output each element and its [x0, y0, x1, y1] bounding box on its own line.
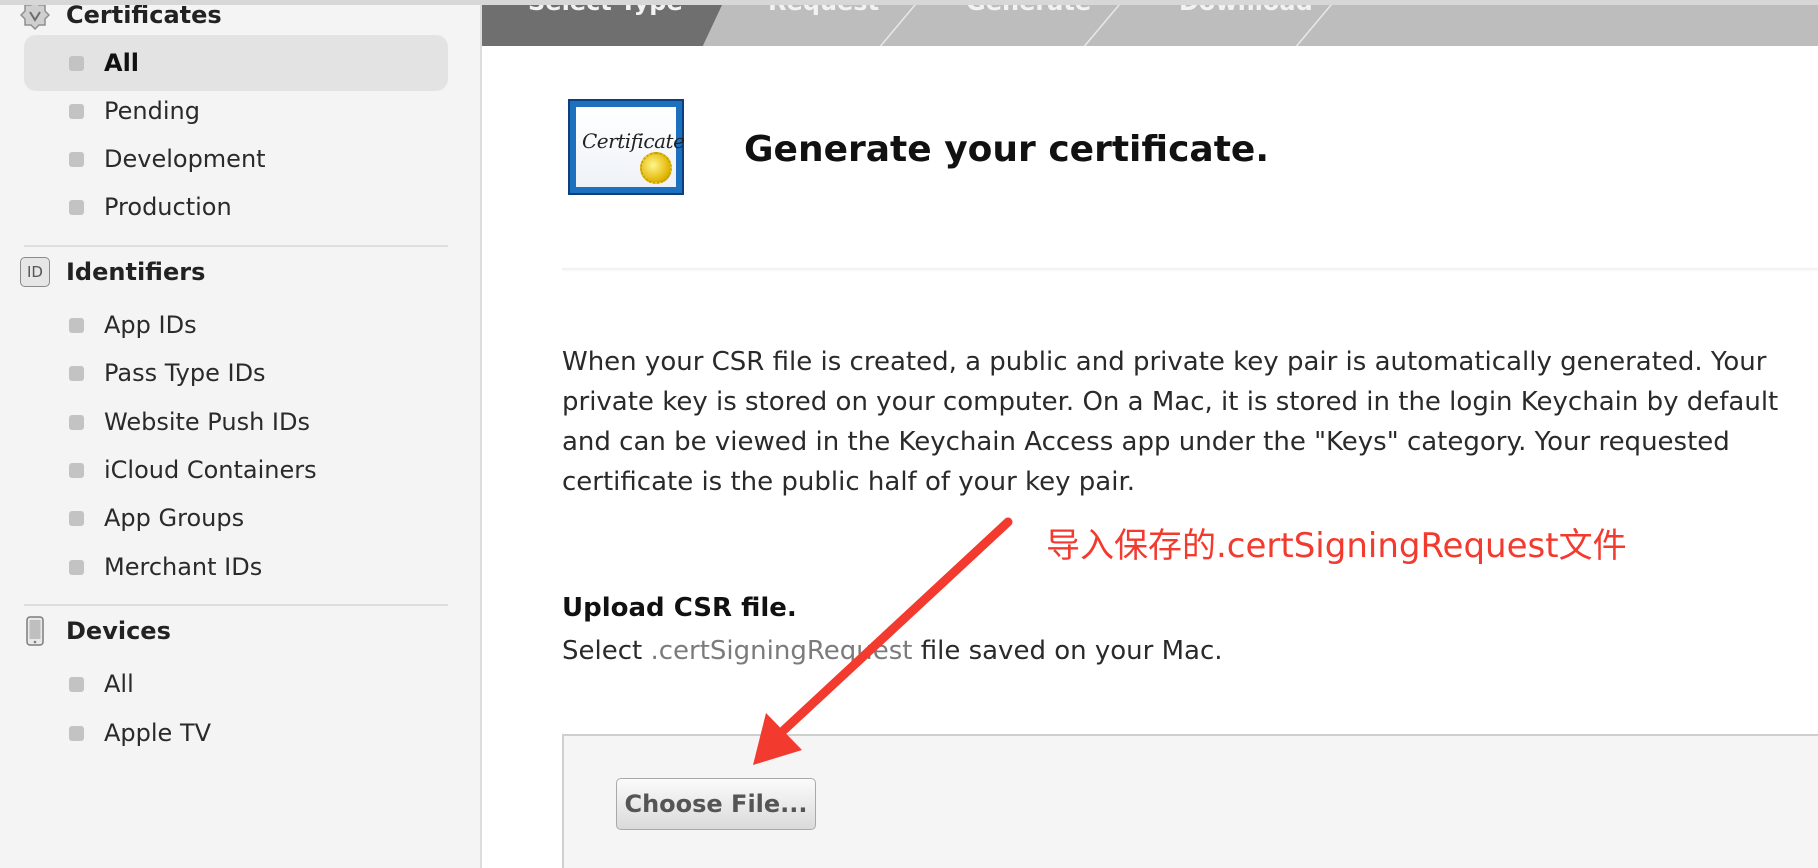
step-download: Download — [1179, 5, 1313, 16]
steps-bar: Select Type Request Generate Download — [482, 5, 1818, 46]
seal-icon — [640, 152, 672, 184]
sidebar-item-label: Pending — [104, 97, 200, 125]
sidebar-item-devices-all[interactable]: All — [24, 656, 448, 712]
main-content: Certificate Generate your certificate. W… — [482, 46, 1818, 868]
page-title: Generate your certificate. — [744, 129, 1270, 170]
sidebar: Certificates All Pending Development Pro… — [0, 5, 482, 868]
bullet-icon — [69, 676, 84, 692]
certificate-badge-icon — [20, 5, 50, 30]
step-generate: Generate — [966, 5, 1091, 16]
bullet-icon — [69, 559, 84, 575]
sidebar-divider — [24, 245, 448, 247]
choose-file-button[interactable]: Choose File... — [616, 778, 816, 830]
bullet-icon — [69, 510, 84, 526]
bullet-icon — [69, 365, 84, 381]
sidebar-item-production[interactable]: Production — [24, 179, 448, 235]
sidebar-item-label: Website Push IDs — [104, 408, 310, 436]
sidebar-section-title: Certificates — [66, 5, 222, 29]
bullet-icon — [69, 151, 84, 167]
description-text: When your CSR file is created, a public … — [562, 347, 1779, 497]
step-separator — [873, 5, 916, 46]
device-icon — [20, 616, 50, 646]
sidebar-item-label: Production — [104, 193, 232, 221]
sidebar-divider — [24, 604, 448, 606]
sidebar-item-label: All — [104, 670, 134, 698]
bullet-icon — [69, 317, 84, 333]
section-divider — [562, 268, 1818, 272]
sidebar-item-label: iCloud Containers — [104, 456, 317, 484]
bullet-icon — [69, 462, 84, 478]
certificate-icon: Certificate — [568, 99, 685, 195]
upload-instructions-prefix: Select — [562, 636, 651, 666]
sidebar-item-pass-type-ids[interactable]: Pass Type IDs — [24, 345, 448, 401]
step-request: Request — [768, 5, 879, 16]
step-select-type: Select Type — [528, 5, 683, 16]
bullet-icon — [69, 414, 84, 430]
sidebar-section-certificates: Certificates — [20, 5, 222, 35]
sidebar-item-merchant-ids[interactable]: Merchant IDs — [24, 539, 448, 595]
sidebar-item-label: Pass Type IDs — [104, 359, 266, 387]
sidebar-item-label: Merchant IDs — [104, 553, 263, 581]
sidebar-section-title: Identifiers — [66, 258, 206, 286]
id-icon: ID — [20, 257, 50, 287]
sidebar-item-label: All — [104, 49, 140, 77]
upload-instructions-suffix: file saved on your Mac. — [912, 636, 1223, 666]
sidebar-item-label: App Groups — [104, 504, 245, 532]
file-extension: .certSigningRequest — [650, 636, 913, 666]
bullet-icon — [69, 55, 84, 71]
annotation-text: 导入保存的.certSigningRequest文件 — [1046, 526, 1627, 566]
sidebar-item-app-groups[interactable]: App Groups — [24, 490, 448, 546]
upload-heading: Upload CSR file. — [562, 593, 797, 623]
sidebar-item-label: Development — [104, 145, 266, 173]
sidebar-section-title: Devices — [66, 617, 171, 645]
sidebar-section-identifiers: ID Identifiers — [20, 252, 205, 292]
sidebar-section-devices: Devices — [20, 611, 171, 651]
sidebar-item-apple-tv[interactable]: Apple TV — [24, 705, 448, 761]
certificate-icon-label: Certificate — [582, 129, 685, 153]
sidebar-item-label: Apple TV — [104, 719, 212, 747]
upload-panel: Choose File... — [562, 734, 1818, 868]
bullet-icon — [69, 725, 84, 741]
bullet-icon — [69, 103, 84, 119]
bullet-icon — [69, 199, 84, 215]
sidebar-item-label: App IDs — [104, 311, 197, 339]
upload-instructions: Select .certSigningRequest file saved on… — [562, 636, 1223, 666]
